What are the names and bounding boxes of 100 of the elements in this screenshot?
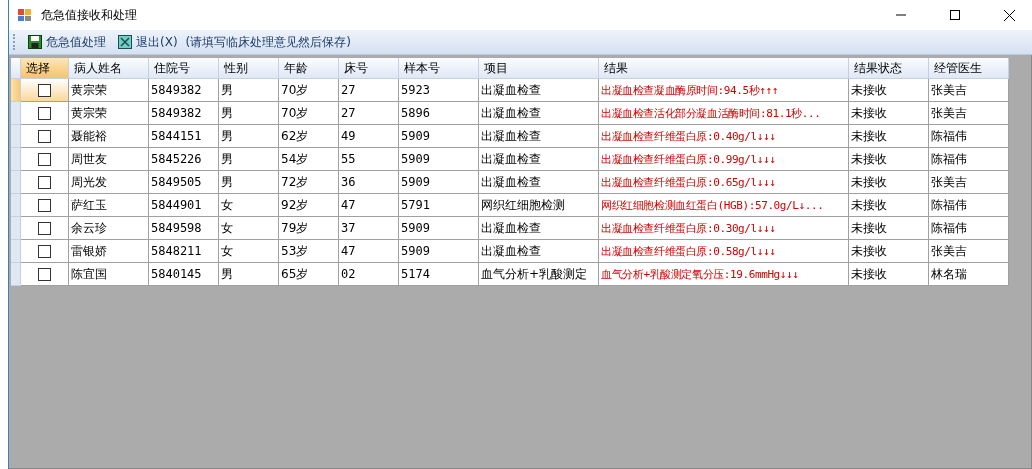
- table-cell: 5909: [399, 240, 479, 263]
- row-header[interactable]: [11, 263, 21, 286]
- row-header[interactable]: [11, 79, 21, 102]
- row-header[interactable]: [11, 148, 21, 171]
- table-cell: 出凝血检查凝血酶原时间:94.5秒↑↑↑: [599, 79, 849, 102]
- row-header[interactable]: [11, 171, 21, 194]
- row-checkbox[interactable]: [38, 175, 51, 189]
- table-cell: 53岁: [279, 240, 339, 263]
- column-header[interactable]: 样本号: [399, 58, 479, 79]
- column-header[interactable]: 床号: [339, 58, 399, 79]
- table-cell: 5848211: [149, 240, 219, 263]
- table-cell: 出凝血检查活化部分凝血活酶时间:81.1秒...: [599, 102, 849, 125]
- table-cell: 林名瑞: [929, 263, 1009, 286]
- table-cell: 网织红细胞检测: [479, 194, 599, 217]
- table-cell: 出凝血检查: [479, 125, 599, 148]
- row-checkbox[interactable]: [38, 267, 51, 281]
- maximize-icon: [950, 10, 960, 20]
- exit-button[interactable]: 退出(X): [114, 31, 182, 53]
- table-cell: 黄宗荣: [69, 79, 149, 102]
- table-cell: 5840145: [149, 263, 219, 286]
- table-cell: 70岁: [279, 102, 339, 125]
- row-header[interactable]: [11, 240, 21, 263]
- row-checkbox[interactable]: [38, 129, 51, 143]
- table-cell: 5174: [399, 263, 479, 286]
- table-cell: 5896: [399, 102, 479, 125]
- table-cell: 5849598: [149, 217, 219, 240]
- table-cell: 27: [339, 102, 399, 125]
- window-title: 危急值接收和处理: [41, 6, 138, 24]
- table-cell: 5791: [399, 194, 479, 217]
- row-header[interactable]: [11, 194, 21, 217]
- table-cell: 79岁: [279, 217, 339, 240]
- table-cell: 女: [219, 240, 279, 263]
- table-cell: 女: [219, 194, 279, 217]
- column-header[interactable]: 结果状态: [849, 58, 929, 79]
- table-cell: 张美吉: [929, 240, 1009, 263]
- table-cell: 黄宗荣: [69, 102, 149, 125]
- table-cell: 女: [219, 217, 279, 240]
- table-cell: 陈福伟: [929, 148, 1009, 171]
- table-cell: 未接收: [849, 263, 929, 286]
- table-cell: 未接收: [849, 102, 929, 125]
- table-cell: 5909: [399, 148, 479, 171]
- table-cell: 62岁: [279, 125, 339, 148]
- table-cell: 5909: [399, 125, 479, 148]
- table-cell: 出凝血检查: [479, 217, 599, 240]
- row-header[interactable]: [11, 217, 21, 240]
- table-cell: 出凝血检查纤维蛋白原:0.99g/l↓↓↓: [599, 148, 849, 171]
- row-checkbox[interactable]: [38, 106, 51, 120]
- row-header[interactable]: [11, 125, 21, 148]
- table-cell: 出凝血检查: [479, 102, 599, 125]
- hint-text: (请填写临床处理意见然后保存): [185, 33, 351, 51]
- row-checkbox[interactable]: [38, 198, 51, 212]
- table-cell: 未接收: [849, 171, 929, 194]
- table-cell: 血气分析+乳酸测定: [479, 263, 599, 286]
- table-cell: 雷银娇: [69, 240, 149, 263]
- app-icon: [17, 7, 33, 23]
- row-checkbox[interactable]: [38, 244, 51, 258]
- table-cell: 5909: [399, 217, 479, 240]
- column-header[interactable]: 结果: [599, 58, 849, 79]
- table-cell: 36: [339, 171, 399, 194]
- table-cell: 5849505: [149, 171, 219, 194]
- column-header[interactable]: 经管医生: [929, 58, 1009, 79]
- column-header[interactable]: 项目: [479, 58, 599, 79]
- table-cell: 出凝血检查纤维蛋白原:0.58g/l↓↓↓: [599, 240, 849, 263]
- table-cell: 陈福伟: [929, 194, 1009, 217]
- table-cell: 37: [339, 217, 399, 240]
- table-cell: 男: [219, 79, 279, 102]
- column-header[interactable]: 选择: [21, 58, 69, 79]
- row-checkbox[interactable]: [38, 221, 51, 235]
- row-checkbox[interactable]: [38, 83, 51, 97]
- row-header[interactable]: [11, 102, 21, 125]
- row-checkbox[interactable]: [38, 152, 51, 166]
- table-cell: 72岁: [279, 171, 339, 194]
- table-cell: 92岁: [279, 194, 339, 217]
- table-cell: 未接收: [849, 194, 929, 217]
- table-cell: 男: [219, 125, 279, 148]
- column-header[interactable]: 性别: [219, 58, 279, 79]
- table-cell: 出凝血检查纤维蛋白原:0.40g/l↓↓↓: [599, 125, 849, 148]
- table-cell: 47: [339, 240, 399, 263]
- table-cell: 萨红玉: [69, 194, 149, 217]
- column-header[interactable]: 病人姓名: [69, 58, 149, 79]
- row-header-corner: [11, 58, 21, 79]
- table-cell: 未接收: [849, 240, 929, 263]
- table-cell: 49: [339, 125, 399, 148]
- column-header[interactable]: 住院号: [149, 58, 219, 79]
- table-cell: 未接收: [849, 148, 929, 171]
- save-button[interactable]: 危急值处理: [24, 31, 110, 53]
- table-cell: 男: [219, 263, 279, 286]
- table-cell: 5923: [399, 79, 479, 102]
- close-box-icon: [118, 35, 132, 49]
- table-cell: 未接收: [849, 125, 929, 148]
- table-cell: 55: [339, 148, 399, 171]
- table-cell: 出凝血检查: [479, 79, 599, 102]
- table-cell: 聂能裕: [69, 125, 149, 148]
- table-cell: 出凝血检查纤维蛋白原:0.65g/l↓↓↓: [599, 171, 849, 194]
- table-cell: 陈宜国: [69, 263, 149, 286]
- table-cell: 未接收: [849, 79, 929, 102]
- table-cell: 男: [219, 171, 279, 194]
- column-header[interactable]: 年龄: [279, 58, 339, 79]
- table-cell: 5844151: [149, 125, 219, 148]
- table-cell: 网织红细胞检测血红蛋白(HGB):57.0g/L↓...: [599, 194, 849, 217]
